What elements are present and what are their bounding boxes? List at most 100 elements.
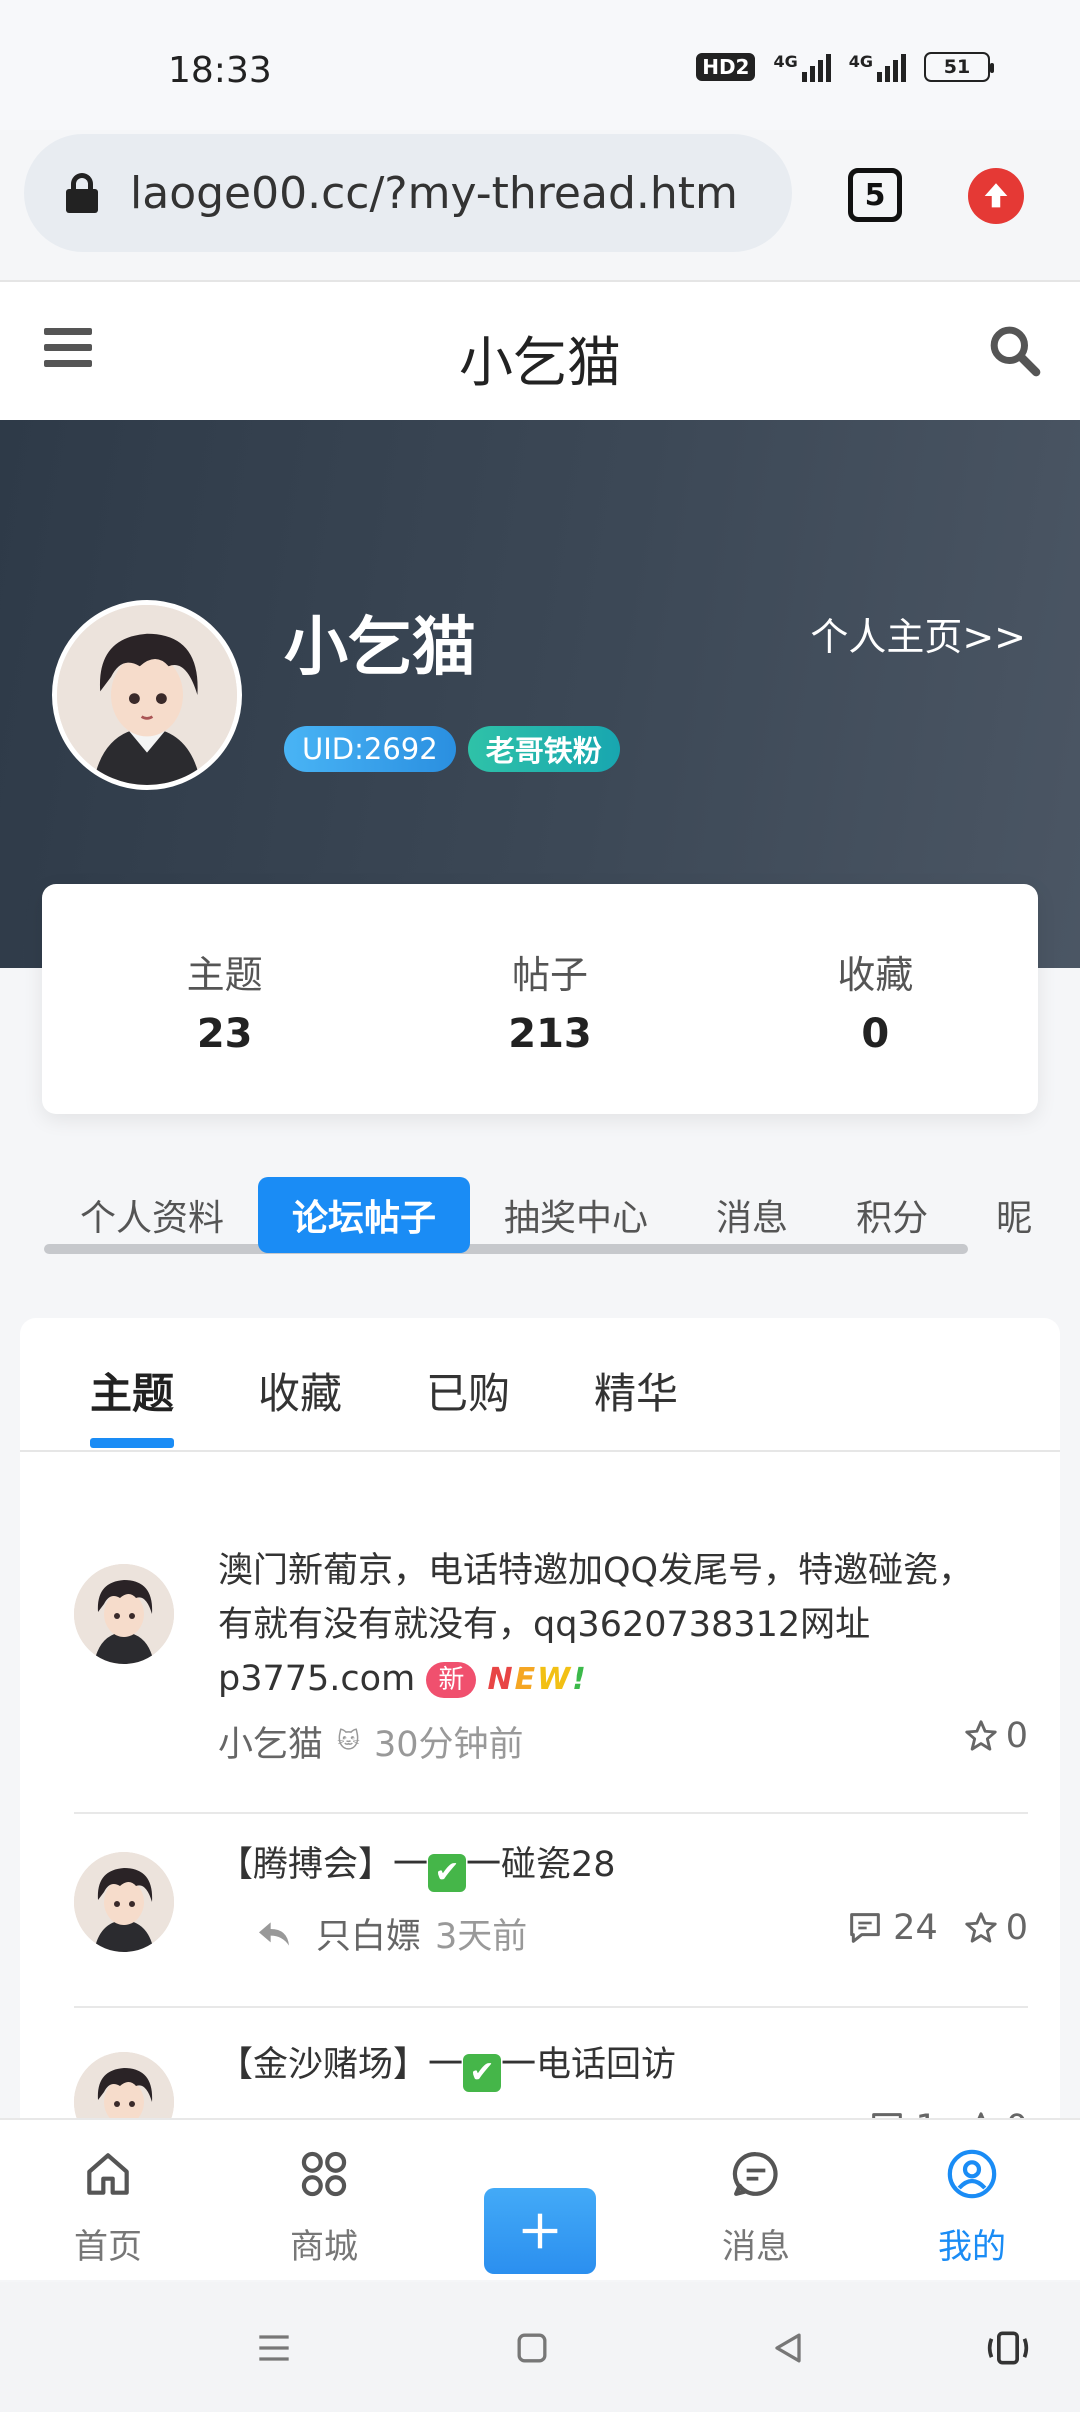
avatar[interactable] <box>52 600 242 790</box>
stat-posts[interactable]: 帖子 213 <box>387 884 712 1114</box>
post-counts: 0 <box>962 1716 1028 1756</box>
personal-homepage-link[interactable]: 个人主页>> <box>810 606 1026 661</box>
post-title-suffix: 一电话回访 <box>501 2045 677 2085</box>
reply-count[interactable]: 24 <box>845 1908 938 1948</box>
site-header: 小乞猫 <box>0 280 1080 420</box>
sub-tabs: 主题 收藏 已购 精华 <box>20 1318 1060 1452</box>
comment-icon <box>850 1913 881 1943</box>
nav-home[interactable]: 首页 <box>0 2120 216 2280</box>
reply-count-value: 24 <box>893 1908 938 1948</box>
post-avatar[interactable] <box>74 2052 174 2118</box>
update-arrow-icon[interactable] <box>968 168 1024 224</box>
site-title: 小乞猫 <box>459 331 621 394</box>
address-bar[interactable]: laoge00.cc/?my-thread.htm <box>24 134 792 252</box>
nav-new-post[interactable] <box>432 2120 648 2280</box>
stat-value: 213 <box>508 1011 592 1057</box>
lock-icon <box>64 173 100 213</box>
list-item[interactable]: 【金沙赌场】一✔一电话回访 星河 4天前 1 0 <box>74 2028 1028 2118</box>
subtab-favorites[interactable]: 收藏 <box>258 1318 342 1450</box>
net-label-1: 4G <box>773 52 798 71</box>
post-counts: 24 0 <box>845 1908 1028 1948</box>
new-label: NEW! <box>487 1662 588 1697</box>
profile-badges: UID:2692 老哥铁粉 <box>284 726 620 772</box>
star-icon <box>965 1912 997 1943</box>
post-title-text: 澳门新葡京，电话特邀加QQ发尾号，特邀碰瓷，有就有没有就没有，qq3620738… <box>218 1551 974 1699</box>
system-nav-bar <box>0 2282 1080 2412</box>
post-meta: 小乞猫 🐱 30分钟前 <box>218 1716 524 1767</box>
fan-level-badge: 老哥铁粉 <box>467 726 620 772</box>
level-icon: 🐱 <box>337 1729 360 1754</box>
tab-switcher-button[interactable]: 5 <box>848 168 902 222</box>
post-title[interactable]: 【金沙赌场】一 ✔ 一电话回访 <box>218 2038 1008 2092</box>
nav-mall[interactable]: 商城 <box>216 2120 432 2280</box>
star-icon <box>977 2112 985 2118</box>
reply-count[interactable]: 1 <box>867 2108 938 2118</box>
new-badge: 新 <box>426 1662 477 1698</box>
subtab-topics[interactable]: 主题 <box>90 1318 175 1450</box>
posts-panel: 主题 收藏 已购 精华 澳门新葡京，电话特邀加QQ发尾号，特邀碰瓷，有就有没有就… <box>20 1318 1060 2118</box>
favorite-count[interactable]: 0 <box>962 2108 1028 2118</box>
stat-label: 帖子 <box>511 953 588 997</box>
favorite-count-value: 0 <box>1005 1716 1028 1756</box>
user-icon <box>947 2149 997 2199</box>
uid-badge: UID:2692 <box>284 726 456 772</box>
status-bar: 18:33 HD2 4G 4G 51 <box>0 0 1080 130</box>
plus-icon[interactable] <box>484 2188 596 2274</box>
post-avatar[interactable] <box>74 1564 174 1664</box>
post-avatar[interactable] <box>74 1852 174 1952</box>
post-meta: 只白嫖 3天前 <box>254 1908 527 1959</box>
stat-value: 23 <box>196 1011 253 1057</box>
tab-profile-info[interactable]: 个人资料 <box>44 1177 258 1253</box>
post-counts: 1 0 <box>867 2108 1028 2118</box>
list-item[interactable]: 【腾搏会】一 ✔ 一碰瓷28 只白嫖 3天前 24 0 <box>74 1828 1028 2028</box>
post-author[interactable]: 只白嫖 <box>316 1908 421 1959</box>
post-time: 30分钟前 <box>373 1725 524 1765</box>
tab-lottery-center[interactable]: 抽奖中心 <box>470 1177 682 1253</box>
nav-label: 首页 <box>74 2227 142 2267</box>
post-title-prefix: 【腾搏会】一 <box>218 1845 429 1885</box>
post-title[interactable]: 澳门新葡京，电话特邀加QQ发尾号，特邀碰瓷，有就有没有就没有，qq3620738… <box>218 1544 1008 1707</box>
check-icon: ✔ <box>463 2054 502 2092</box>
profile-name: 小乞猫 <box>284 611 476 685</box>
nav-label: 我的 <box>938 2227 1006 2267</box>
post-title[interactable]: 【腾搏会】一 ✔ 一碰瓷28 <box>218 1838 1008 1892</box>
url-text: laoge00.cc/?my-thread.htm <box>130 167 738 219</box>
post-author[interactable]: 小乞猫 <box>218 1716 323 1767</box>
stat-topics[interactable]: 主题 23 <box>42 884 387 1114</box>
stat-favorites[interactable]: 收藏 0 <box>713 884 1038 1114</box>
tab-messages[interactable]: 消息 <box>682 1177 822 1253</box>
tab-nickname[interactable]: 昵 <box>962 1177 1066 1253</box>
stat-label: 主题 <box>186 953 263 997</box>
stat-value: 0 <box>861 1011 890 1057</box>
tab-points[interactable]: 积分 <box>822 1177 962 1253</box>
reply-icon <box>259 1921 289 1946</box>
back-icon[interactable] <box>766 2326 810 2370</box>
subtab-purchased[interactable]: 已购 <box>426 1318 510 1450</box>
favorite-count[interactable]: 0 <box>962 1716 1028 1756</box>
post-title-prefix: 【金沙赌场】一 <box>218 2045 464 2085</box>
signal-2-icon: 4G <box>849 52 906 82</box>
divider <box>74 1812 1028 1814</box>
favorite-count[interactable]: 0 <box>962 1908 1028 1948</box>
post-meta: 星河 4天前 <box>254 2108 492 2118</box>
reply-count-value: 1 <box>915 2108 937 2118</box>
nav-messages[interactable]: 消息 <box>648 2120 864 2280</box>
check-icon: ✔ <box>428 1854 467 1892</box>
home-button-icon[interactable] <box>510 2326 554 2370</box>
recent-apps-icon[interactable] <box>252 2326 296 2370</box>
favorite-count-value: 0 <box>1005 1908 1028 1948</box>
post-time: 3天前 <box>435 1917 528 1957</box>
home-icon <box>87 2153 129 2195</box>
search-icon[interactable] <box>986 322 1042 378</box>
subtab-featured[interactable]: 精华 <box>594 1318 678 1450</box>
profile-nav-tabs: 个人资料 论坛帖子 抽奖中心 消息 积分 昵 <box>44 1176 1080 1256</box>
post-time: 4天前 <box>400 2108 492 2118</box>
signal-1-icon: 4G <box>773 52 831 82</box>
nav-mine[interactable]: 我的 <box>864 2120 1080 2280</box>
tab-forum-posts[interactable]: 论坛帖子 <box>258 1177 471 1253</box>
divider <box>74 2006 1028 2008</box>
post-author[interactable]: 星河 <box>316 2108 386 2118</box>
screen-toggle-icon[interactable] <box>984 2326 1032 2370</box>
comment-icon <box>872 2113 903 2118</box>
post-title-suffix: 一碰瓷28 <box>466 1845 616 1885</box>
